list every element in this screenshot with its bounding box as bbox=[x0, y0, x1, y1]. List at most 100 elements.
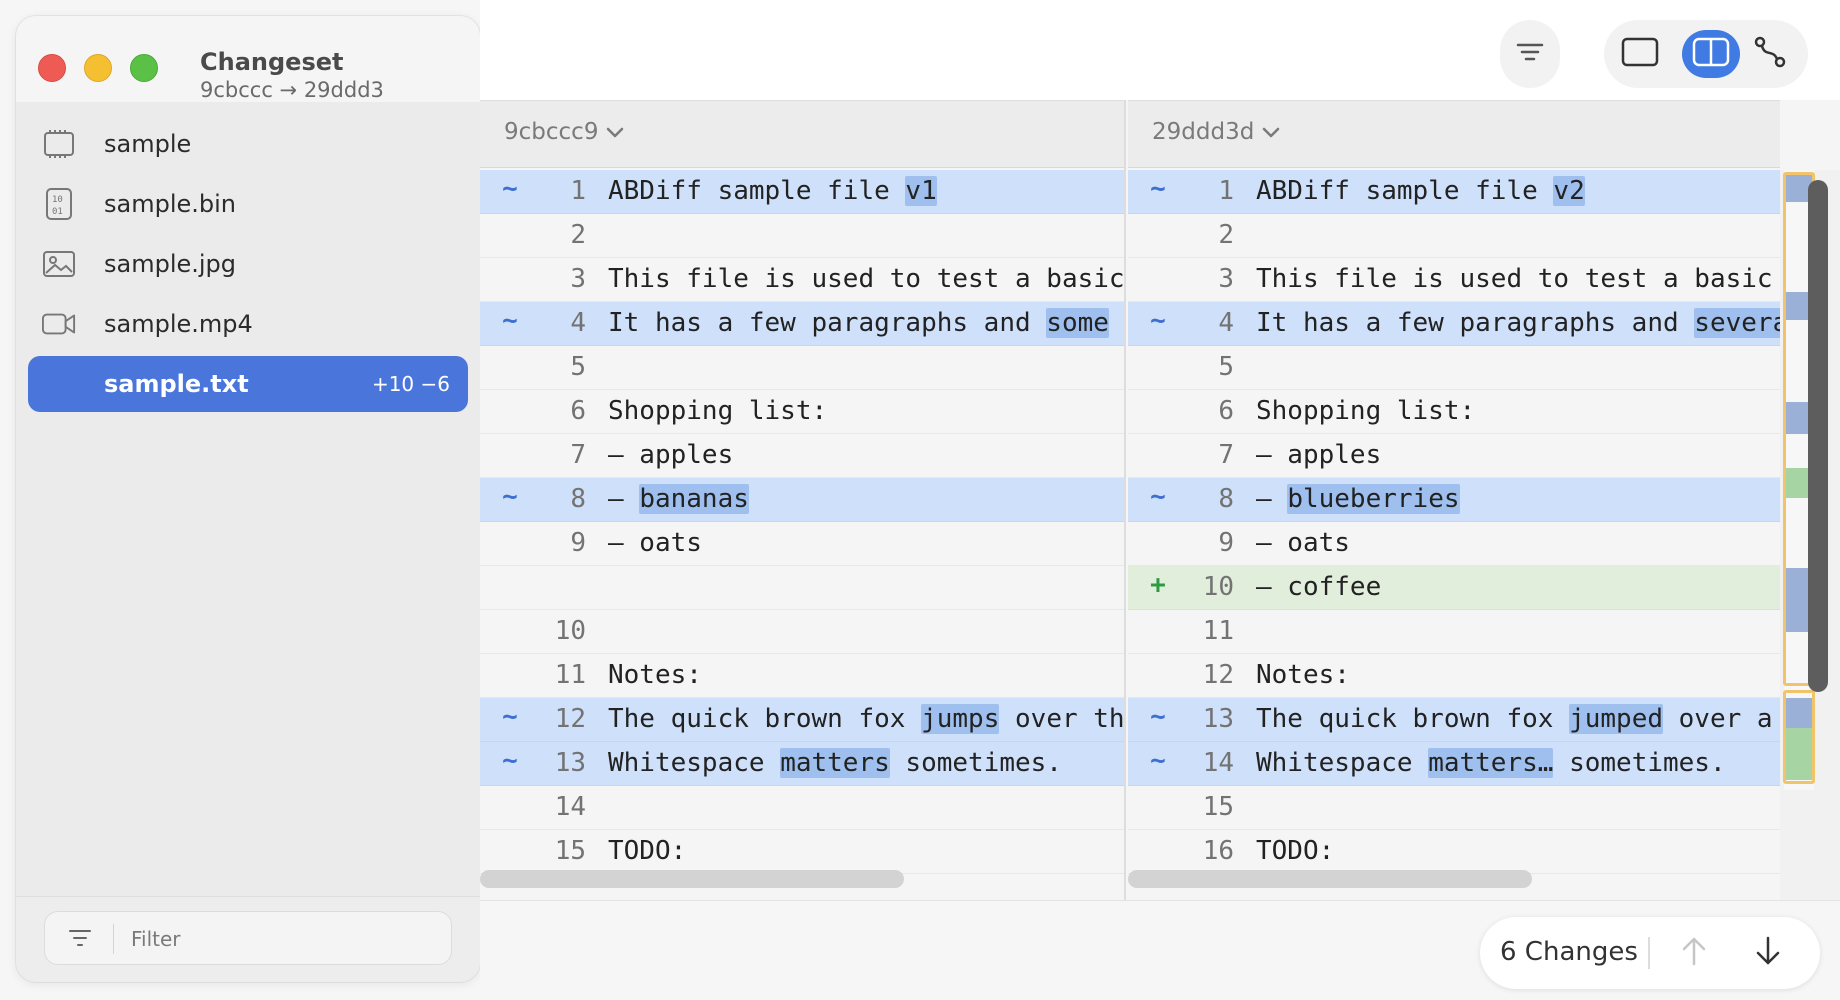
code-line[interactable]: 5 bbox=[480, 346, 1124, 390]
line-content: TODO: bbox=[1256, 836, 1334, 866]
connector-icon bbox=[1753, 35, 1787, 73]
previous-change-button[interactable] bbox=[1672, 931, 1716, 975]
code-text: The quick brown fox bbox=[1256, 704, 1570, 734]
changed-token: bananas bbox=[639, 484, 749, 514]
minimap-viewport-tail bbox=[1783, 690, 1815, 784]
close-window-button[interactable] bbox=[38, 54, 66, 82]
code-line[interactable]: 10 bbox=[480, 610, 1124, 654]
modified-marker: ~ bbox=[1150, 482, 1166, 512]
changed-token: v1 bbox=[905, 176, 937, 206]
vertical-scrollbar[interactable] bbox=[1808, 180, 1828, 692]
left-horizontal-scrollbar[interactable] bbox=[480, 870, 904, 888]
line-number: 7 bbox=[570, 440, 586, 470]
line-number: 2 bbox=[570, 220, 586, 250]
revision-label: 29ddd3d bbox=[1152, 119, 1255, 145]
code-text: TODO: bbox=[1256, 836, 1335, 866]
modified-marker: ~ bbox=[502, 746, 518, 776]
connection-view-button[interactable] bbox=[1742, 30, 1798, 78]
right-revision-selector[interactable]: 29ddd3d bbox=[1152, 119, 1280, 145]
code-line[interactable]: ~1 ABDiff sample file v1 bbox=[480, 170, 1124, 214]
zoom-window-button[interactable] bbox=[130, 54, 158, 82]
code-line[interactable]: 2 bbox=[480, 214, 1124, 258]
line-content: This file is used to test a basic bbox=[608, 264, 1124, 294]
right-horizontal-scrollbar[interactable] bbox=[1128, 870, 1532, 888]
code-line[interactable]: 15 TODO: bbox=[480, 830, 1124, 874]
code-line[interactable]: 7 – apples bbox=[480, 434, 1124, 478]
changed-token: v2 bbox=[1553, 176, 1585, 206]
code-line[interactable]: ~12 The quick brown fox jumps over th bbox=[480, 698, 1124, 742]
code-line[interactable]: ~1 ABDiff sample file v2 bbox=[1128, 170, 1780, 214]
filter-input[interactable] bbox=[131, 922, 431, 956]
filter-box[interactable] bbox=[44, 911, 452, 965]
code-line[interactable]: ~13 The quick brown fox jumped over a bbox=[1128, 698, 1780, 742]
right-code-lines: ~1 ABDiff sample file v2 2 3 This file is us… bbox=[1128, 170, 1780, 874]
line-number: 4 bbox=[1218, 308, 1234, 338]
next-change-button[interactable] bbox=[1746, 931, 1790, 975]
line-content: ABDiff sample file v2 bbox=[1256, 176, 1585, 206]
code-line[interactable]: 9 – oats bbox=[1128, 522, 1780, 566]
filter-area bbox=[16, 896, 480, 982]
code-line[interactable]: 2 bbox=[1128, 214, 1780, 258]
line-content: This file is used to test a basic bbox=[1256, 264, 1773, 294]
code-line[interactable]: 15 bbox=[1128, 786, 1780, 830]
line-content: The quick brown fox jumped over a bbox=[1256, 704, 1773, 734]
window-title: Changeset bbox=[200, 48, 344, 76]
file-item-sample[interactable]: sample bbox=[28, 116, 468, 172]
code-line[interactable]: 6 Shopping list: bbox=[480, 390, 1124, 434]
code-line[interactable]: ~13 Whitespace matters sometimes. bbox=[480, 742, 1124, 786]
file-item-sample-mp4[interactable]: sample.mp4 bbox=[28, 296, 468, 352]
added-marker: + bbox=[1150, 570, 1166, 600]
line-number: 7 bbox=[1218, 440, 1234, 470]
minimize-window-button[interactable] bbox=[84, 54, 112, 82]
modified-marker: ~ bbox=[1150, 746, 1166, 776]
file-item-sample-bin[interactable]: 10 01 sample.bin bbox=[28, 176, 468, 232]
code-line[interactable]: 14 bbox=[480, 786, 1124, 830]
line-content: – apples bbox=[608, 440, 733, 470]
code-line[interactable]: 11 Notes: bbox=[480, 654, 1124, 698]
code-line[interactable]: 3 This file is used to test a basic bbox=[480, 258, 1124, 302]
code-line[interactable] bbox=[480, 566, 1124, 610]
code-text: Notes: bbox=[608, 660, 702, 690]
code-line[interactable]: 16 TODO: bbox=[1128, 830, 1780, 874]
line-content: Notes: bbox=[608, 660, 702, 690]
code-line[interactable]: 6 Shopping list: bbox=[1128, 390, 1780, 434]
modified-marker: ~ bbox=[502, 482, 518, 512]
code-line[interactable]: ~8– blueberries bbox=[1128, 478, 1780, 522]
arrow-down-icon bbox=[1755, 936, 1781, 970]
app-window: Changeset 9cbccc → 29ddd3 sample 10 01 sa… bbox=[0, 0, 1840, 1000]
modified-marker: ~ bbox=[1150, 702, 1166, 732]
code-line[interactable]: 11 bbox=[1128, 610, 1780, 654]
line-content: Notes: bbox=[1256, 660, 1350, 690]
line-number: 16 bbox=[1202, 836, 1234, 866]
code-line[interactable]: 5 bbox=[1128, 346, 1780, 390]
modified-marker: ~ bbox=[1150, 306, 1166, 336]
left-revision-selector[interactable]: 9cbccc9 bbox=[504, 119, 624, 145]
code-text: ABDiff sample file bbox=[608, 176, 906, 206]
file-item-sample-jpg[interactable]: sample.jpg bbox=[28, 236, 468, 292]
file-item-sample-txt[interactable]: sample.txt +10 −6 bbox=[28, 356, 468, 412]
code-line[interactable]: ~4 It has a few paragraphs and some bbox=[480, 302, 1124, 346]
code-text: – apples bbox=[1256, 440, 1382, 470]
line-number: 12 bbox=[1202, 660, 1234, 690]
code-line[interactable]: 9 – oats bbox=[480, 522, 1124, 566]
list-filter-icon bbox=[1516, 41, 1544, 67]
line-number: 14 bbox=[554, 792, 586, 822]
change-stats: +10 −6 bbox=[371, 372, 450, 396]
line-number: 9 bbox=[570, 528, 586, 558]
line-number: 9 bbox=[1218, 528, 1234, 558]
code-line[interactable]: ~8– bananas bbox=[480, 478, 1124, 522]
code-line[interactable]: 3 This file is used to test a basic bbox=[1128, 258, 1780, 302]
changed-token: some bbox=[1046, 308, 1109, 338]
code-line[interactable]: 7 – apples bbox=[1128, 434, 1780, 478]
code-line[interactable]: ~14 Whitespace matters… sometimes. bbox=[1128, 742, 1780, 786]
line-content: – coffee bbox=[1256, 572, 1381, 602]
single-pane-icon bbox=[1621, 37, 1659, 71]
filter-menu-button[interactable] bbox=[1502, 30, 1558, 78]
line-number: 3 bbox=[1218, 264, 1234, 294]
code-line[interactable]: ~4 It has a few paragraphs and several bbox=[1128, 302, 1780, 346]
code-line[interactable]: 12 Notes: bbox=[1128, 654, 1780, 698]
line-content: It has a few paragraphs and several bbox=[1256, 308, 1780, 338]
split-view-button[interactable] bbox=[1682, 30, 1740, 78]
unified-view-button[interactable] bbox=[1612, 30, 1668, 78]
code-line[interactable]: +10 – coffee bbox=[1128, 566, 1780, 610]
